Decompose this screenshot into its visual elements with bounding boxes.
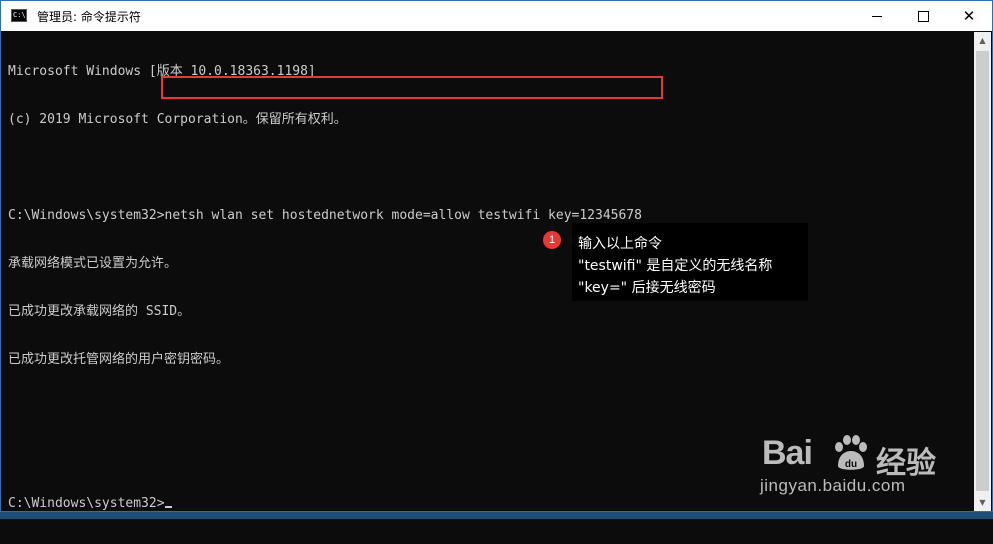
console-line: (c) 2019 Microsoft Corporation。保留所有权利。: [8, 112, 347, 127]
callout-line: "testwifi" 是自定义的无线名称: [578, 258, 773, 274]
minimize-icon: [872, 15, 882, 17]
cmd-icon[interactable]: C:\: [11, 9, 27, 22]
annotation-callout: 输入以上命令 "testwifi" 是自定义的无线名称 "key=" 后接无线密…: [572, 223, 808, 301]
text-cursor: [164, 506, 172, 508]
close-icon: ✕: [962, 6, 976, 25]
baidu-jingyan-watermark: Bai du 经验 jingyan.baidu.com: [758, 432, 948, 502]
chevron-up-icon: ▲: [979, 36, 986, 45]
console-command-line: C:\Windows\system32>netsh wlan set hoste…: [8, 208, 642, 223]
baidu-paw-icon: du: [835, 435, 867, 470]
maximize-button[interactable]: [900, 1, 946, 31]
callout-line: 输入以上命令: [578, 236, 662, 252]
minimize-button[interactable]: [854, 1, 900, 31]
step-number-badge: 1: [543, 231, 561, 249]
maximize-icon: [917, 10, 929, 22]
watermark-logo-text: Bai: [762, 434, 813, 472]
chevron-down-icon: ▼: [979, 498, 986, 507]
scroll-thumb[interactable]: [976, 51, 989, 491]
watermark-du-text: du: [845, 459, 857, 470]
console-line: 承载网络模式已设置为允许。: [8, 256, 178, 271]
command-highlight-box: [161, 76, 663, 99]
console-line: 已成功更改托管网络的用户密钥密码。: [8, 352, 230, 367]
window-title: 管理员: 命令提示符: [37, 10, 141, 24]
scroll-down-button[interactable]: ▼: [974, 494, 991, 511]
scroll-up-button[interactable]: ▲: [974, 32, 991, 49]
prompt-text: C:\Windows\system32>: [8, 496, 165, 511]
title-bar[interactable]: C:\ 管理员: 命令提示符 ✕: [1, 1, 992, 31]
vertical-scrollbar[interactable]: ▲ ▼: [974, 32, 991, 511]
callout-line: "key=" 后接无线密码: [578, 280, 716, 296]
close-button[interactable]: ✕: [946, 1, 992, 31]
watermark-url: jingyan.baidu.com: [760, 476, 906, 495]
console-line: 已成功更改承载网络的 SSID。: [8, 304, 191, 319]
